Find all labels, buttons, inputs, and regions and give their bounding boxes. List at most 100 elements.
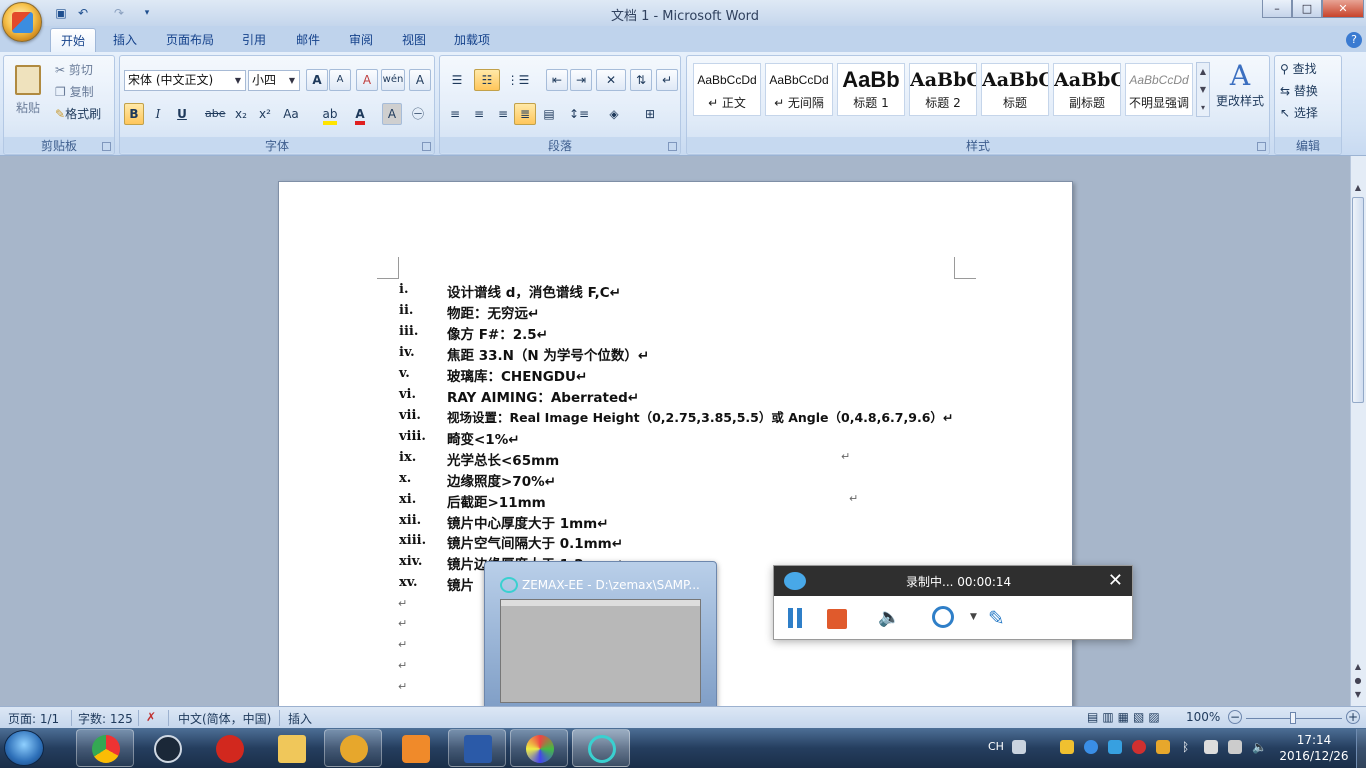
tab-insert[interactable]: 插入 xyxy=(103,28,147,52)
align-right-icon[interactable]: ≡ xyxy=(492,103,514,125)
style-title[interactable]: AaBbC 标题 xyxy=(981,63,1049,116)
tab-references[interactable]: 引用 xyxy=(232,28,276,52)
change-styles-button[interactable]: A 更改样式 xyxy=(1214,60,1266,130)
chevron-down-icon[interactable]: ▼ xyxy=(970,612,977,622)
keyboard-icon[interactable] xyxy=(1012,740,1026,754)
bold-button[interactable]: B xyxy=(124,103,144,125)
page-count[interactable]: 页面: 1/1 xyxy=(8,710,59,727)
char-shading-icon[interactable]: A xyxy=(382,103,402,125)
tab-home[interactable]: 开始 xyxy=(50,28,97,52)
thumbnail-preview[interactable] xyxy=(500,599,701,703)
help-icon[interactable]: ? xyxy=(1346,32,1362,48)
subscript-button[interactable]: x₂ xyxy=(230,103,252,125)
tab-review[interactable]: 审阅 xyxy=(339,28,383,52)
list-item[interactable]: 畸变<1%↵ xyxy=(447,428,520,448)
recorder-close-button[interactable]: ✕ xyxy=(1108,570,1123,591)
maximize-button[interactable]: □ xyxy=(1292,0,1322,18)
styles-launcher-icon[interactable] xyxy=(1257,142,1266,151)
cut-button[interactable]: ✂ 剪切 xyxy=(54,59,112,81)
phonetic-guide-button[interactable]: wén xyxy=(381,69,405,91)
list-item[interactable]: 镜片空气间隔大于 0.1mm↵ xyxy=(447,532,623,552)
taskbar-app-game[interactable] xyxy=(324,729,382,767)
numbering-icon[interactable]: ☷ xyxy=(474,69,500,91)
list-item[interactable]: 边缘照度>70%↵ xyxy=(447,470,556,490)
font-launcher-icon[interactable] xyxy=(422,142,431,151)
tab-addins[interactable]: 加载项 xyxy=(444,28,500,52)
zoom-out-button[interactable]: − xyxy=(1228,710,1242,724)
enclose-char-icon[interactable]: ㊀ xyxy=(407,103,429,125)
list-item[interactable]: 像方 F#：2.5↵ xyxy=(447,323,548,343)
copy-button[interactable]: ❐ 复制 xyxy=(54,81,112,103)
style-subtle-emphasis[interactable]: AaBbCcDd 不明显强调 xyxy=(1125,63,1193,116)
taskbar-thumbnail[interactable]: ZEMAX-EE - D:\zemax\SAMP... xyxy=(484,561,717,719)
tab-view[interactable]: 视图 xyxy=(392,28,436,52)
shading-icon[interactable]: ◈ xyxy=(598,103,630,125)
taskbar-app-music[interactable] xyxy=(200,729,258,767)
zoom-slider-thumb[interactable] xyxy=(1290,712,1296,724)
save-icon[interactable]: ▣ xyxy=(52,4,70,22)
close-button[interactable]: ✕ xyxy=(1322,0,1364,18)
taskbar-app-pdf[interactable] xyxy=(386,729,444,767)
highlight-button[interactable]: ab xyxy=(316,103,344,125)
style-no-spacing[interactable]: AaBbCcDd ↵ 无间隔 xyxy=(765,63,833,116)
paragraph-launcher-icon[interactable] xyxy=(668,142,677,151)
list-item[interactable]: 镜片 xyxy=(447,574,474,594)
input-lang[interactable]: CH xyxy=(988,740,1004,753)
battery-icon[interactable] xyxy=(1228,740,1242,754)
list-item[interactable]: RAY AIMING：Aberrated↵ xyxy=(447,386,639,406)
word-count[interactable]: 字数: 125 xyxy=(78,710,133,727)
stop-icon[interactable] xyxy=(827,609,847,629)
clipboard-launcher-icon[interactable] xyxy=(102,142,111,151)
bullets-icon[interactable]: ☰ xyxy=(444,69,470,91)
clock[interactable]: 17:14 2016/12/26 xyxy=(1278,732,1350,764)
select-button[interactable]: ↖ 选择 xyxy=(1279,102,1339,124)
minimize-button[interactable]: – xyxy=(1262,0,1292,18)
start-button[interactable] xyxy=(4,730,44,766)
tray-app-icon[interactable] xyxy=(1156,740,1170,754)
sort-icon[interactable]: ⇅ xyxy=(630,69,652,91)
list-item[interactable]: 镜片中心厚度大于 1mm↵ xyxy=(447,512,609,532)
increase-indent-icon[interactable]: ⇥ xyxy=(570,69,592,91)
insert-mode[interactable]: 插入 xyxy=(288,710,312,727)
format-painter-button[interactable]: ✎格式刷 xyxy=(54,103,114,125)
language-indicator[interactable]: 中文(简体，中国) xyxy=(178,710,271,727)
network-icon[interactable] xyxy=(1204,740,1218,754)
tray-app-icon[interactable] xyxy=(1132,740,1146,754)
font-name-combo[interactable]: 宋体 (中文正文) ▼ xyxy=(124,70,246,91)
mute-icon[interactable]: 🔈 xyxy=(878,607,900,628)
taskbar-app-paint[interactable] xyxy=(510,729,568,767)
list-item[interactable]: 后截距>11mm xyxy=(447,491,546,511)
list-item[interactable]: 光学总长<65mm xyxy=(447,449,559,469)
pause-icon[interactable] xyxy=(786,608,804,628)
taskbar-app-explorer[interactable] xyxy=(262,729,320,767)
decrease-indent-icon[interactable]: ⇤ xyxy=(546,69,568,91)
change-case-button[interactable]: Aa xyxy=(278,103,304,125)
paste-button[interactable]: 粘贴 xyxy=(10,60,46,132)
tray-app-icon[interactable] xyxy=(1084,740,1098,754)
replace-button[interactable]: ⇆ 替换 xyxy=(1279,80,1339,102)
tab-page-layout[interactable]: 页面布局 xyxy=(156,28,224,52)
grow-font-button[interactable]: A xyxy=(306,69,328,91)
tray-app-icon[interactable] xyxy=(1060,740,1074,754)
shrink-font-button[interactable]: A xyxy=(329,69,351,91)
taskbar-app-steam[interactable] xyxy=(138,729,196,767)
taskbar-app-chrome[interactable] xyxy=(76,729,134,767)
list-item[interactable]: 焦距 33.N（N 为学号个位数）↵ xyxy=(447,344,649,364)
align-left-icon[interactable]: ≡ xyxy=(444,103,466,125)
tab-mailings[interactable]: 邮件 xyxy=(286,28,330,52)
list-item[interactable]: 玻璃库：CHENGDU↵ xyxy=(447,365,587,385)
multilevel-list-icon[interactable]: ⋮☰ xyxy=(504,69,532,91)
proofing-icon[interactable]: ✗ xyxy=(146,710,156,724)
list-item[interactable]: 物距：无穷远↵ xyxy=(447,302,539,322)
distributed-icon[interactable]: ▤ xyxy=(538,103,560,125)
align-center-icon[interactable]: ≡ xyxy=(468,103,490,125)
scrollbar-thumb[interactable] xyxy=(1352,197,1364,403)
bluetooth-icon[interactable]: ᛒ xyxy=(1182,740,1189,754)
browse-object-icons[interactable]: ▲ ● ▼ xyxy=(1352,660,1364,704)
style-heading-1[interactable]: AaBb 标题 1 xyxy=(837,63,905,116)
clear-format-button[interactable]: A xyxy=(356,69,378,91)
font-color-button[interactable]: A xyxy=(346,103,374,125)
style-normal[interactable]: AaBbCcDd ↵ 正文 xyxy=(693,63,761,116)
pen-icon[interactable]: ✎ xyxy=(988,606,1005,630)
zoom-in-button[interactable]: + xyxy=(1346,710,1360,724)
